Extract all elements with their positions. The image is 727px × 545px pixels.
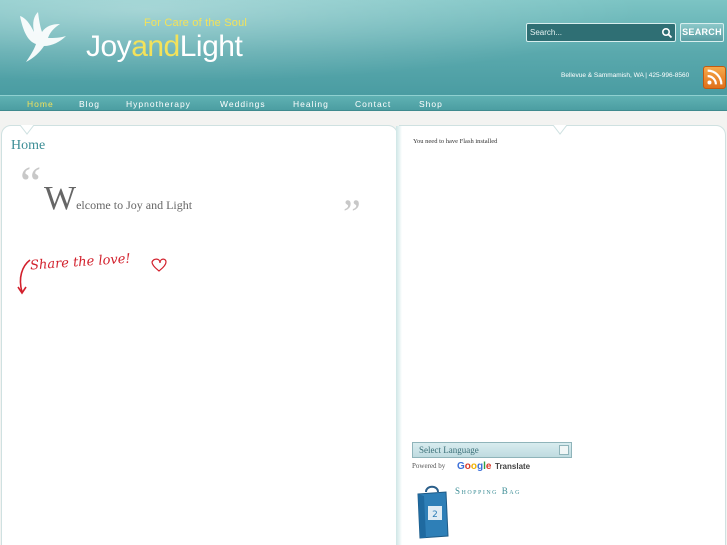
language-select-label: Select Language bbox=[419, 445, 479, 455]
search-box bbox=[526, 23, 676, 42]
welcome-heading: Welcome to Joy and Light bbox=[44, 180, 192, 218]
main-nav: Home Blog Hypnotherapy Weddings Healing … bbox=[0, 95, 727, 111]
page-body bbox=[0, 111, 727, 545]
page-title: Home bbox=[11, 138, 46, 153]
tagline: For Care of the Soul bbox=[144, 17, 248, 29]
logo-text[interactable]: JoyandLight bbox=[86, 30, 243, 64]
chevron-down-icon[interactable] bbox=[559, 445, 569, 455]
logo-joy: Joy bbox=[86, 30, 132, 63]
logo-and: and bbox=[131, 30, 180, 63]
logo-light: Light bbox=[179, 30, 243, 63]
google-logo[interactable]: Google bbox=[457, 461, 491, 472]
search-input[interactable] bbox=[530, 26, 656, 39]
panel-divider bbox=[396, 126, 402, 545]
nav-hypnotherapy[interactable]: Hypnotherapy bbox=[126, 97, 191, 111]
powered-by: Powered by bbox=[412, 462, 446, 470]
nav-home[interactable]: Home bbox=[27, 97, 54, 111]
search-icon[interactable] bbox=[661, 27, 673, 39]
nav-contact[interactable]: Contact bbox=[355, 97, 391, 111]
search-button[interactable]: SEARCH bbox=[680, 23, 724, 42]
open-quote-icon: “ bbox=[20, 157, 42, 210]
welcome-rest: elcome to Joy and Light bbox=[76, 198, 193, 212]
translate-label[interactable]: Translate bbox=[495, 462, 530, 471]
nav-weddings[interactable]: Weddings bbox=[220, 97, 266, 111]
welcome-initial: W bbox=[44, 180, 77, 217]
site-header: For Care of the Soul JoyandLight SEARCH … bbox=[0, 0, 727, 95]
location-phone: Bellevue & Sammamish, WA | 425-996-8560 bbox=[561, 72, 690, 79]
left-tab-notch bbox=[20, 125, 34, 135]
flash-message: You need to have Flash installed bbox=[413, 138, 498, 145]
nav-blog[interactable]: Blog bbox=[79, 97, 100, 111]
rss-icon[interactable] bbox=[703, 66, 726, 89]
language-select[interactable]: Select Language bbox=[412, 442, 572, 458]
shopping-bag-icon[interactable]: 2 bbox=[414, 482, 452, 540]
shopping-bag-label[interactable]: Shopping Bag bbox=[455, 486, 521, 496]
nav-healing[interactable]: Healing bbox=[293, 97, 329, 111]
dove-icon bbox=[20, 12, 66, 62]
right-tab-notch bbox=[553, 125, 567, 135]
close-quote-icon: ” bbox=[343, 191, 361, 236]
svg-text:2: 2 bbox=[432, 510, 438, 520]
nav-shop[interactable]: Shop bbox=[419, 97, 443, 111]
